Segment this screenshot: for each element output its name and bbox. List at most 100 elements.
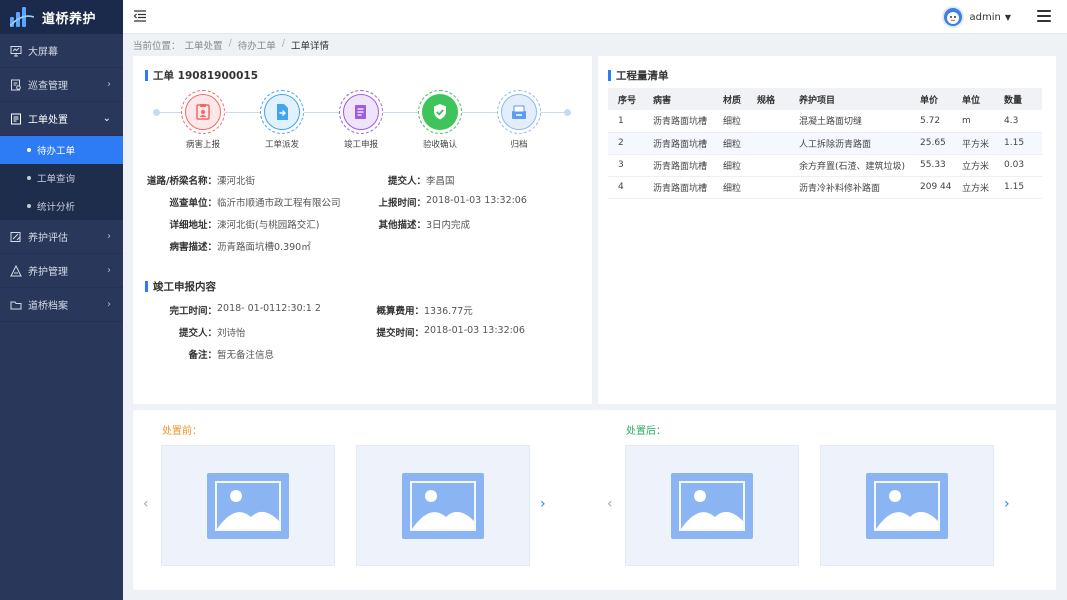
field-value: 沥青路面坑槽0.390㎡ [217, 242, 311, 253]
workorder-icon [10, 113, 22, 125]
field-disease: 病害描述： 沥青路面坑槽0.390㎡ [143, 239, 311, 253]
sidebar-subitem-label: 工单查询 [37, 174, 76, 185]
table-cell: 3 [608, 154, 643, 177]
field-key: 上报时间： [378, 198, 426, 209]
table-cell: 4.3 [994, 110, 1042, 133]
bullet-icon [27, 148, 31, 152]
field-address: 详细地址： 涑河北街(与桃园路交汇) [143, 217, 319, 231]
step-archive: 归档 [489, 90, 549, 150]
before-photo[interactable] [356, 445, 530, 566]
table-cell: 5.72 [910, 110, 952, 133]
sidebar-item-maintenance[interactable]: 养护管理 › [0, 254, 123, 288]
table-cell: 立方米 [952, 154, 994, 177]
sidebar-item-label: 大屏幕 [28, 47, 58, 58]
field-value: 3日内完成 [426, 220, 471, 231]
sidebar-subitem-label: 待办工单 [37, 146, 76, 157]
order-detail-panel: 工单 19081900015 病害上报 工单派发 竣工申报 验收确认 归档 道路… [133, 56, 592, 404]
before-label: 处置前： [162, 426, 202, 437]
sidebar-item-inspection[interactable]: 巡查管理 › [0, 68, 123, 102]
before-photo[interactable] [161, 445, 335, 566]
table-cell: 0.03 [994, 154, 1042, 177]
field-submitter: 提交人： 李昌国 [368, 173, 455, 187]
step-report: 病害上报 [173, 90, 233, 150]
after-photo[interactable] [820, 445, 994, 566]
sidebar-item-label: 巡查管理 [28, 81, 68, 92]
step-label: 工单派发 [264, 140, 299, 150]
chevron-down-icon: ⌄ [102, 113, 111, 124]
field-completion-submitter: 提交人： 刘诗怡 [143, 325, 246, 339]
shield-check-icon [422, 94, 458, 130]
chevron-right-icon: › [107, 79, 111, 90]
table-cell [747, 154, 789, 177]
inspection-icon [10, 79, 22, 91]
chevron-right-icon: › [107, 231, 111, 242]
step-label: 病害上报 [185, 140, 220, 150]
table-cell: 沥青路面坑槽 [643, 176, 713, 199]
sidebar-item-label: 养护管理 [28, 267, 68, 278]
breadcrumb-link[interactable]: 待办工单 [238, 38, 276, 52]
column-header: 病害 [643, 88, 713, 110]
workorder-submenu: 待办工单 工单查询 统计分析 [0, 136, 123, 220]
breadcrumb-link[interactable]: 工单处置 [185, 38, 223, 52]
field-key: 完工时间： [169, 306, 217, 317]
dispatch-icon [264, 94, 300, 130]
field-value: 2018-01-03 13:32:06 [424, 325, 525, 336]
sidebar-item-archive[interactable]: 道桥档案 › [0, 288, 123, 322]
completion-title-text: 竣工申报内容 [153, 281, 216, 293]
after-next-arrow-icon[interactable]: › [1004, 496, 1010, 512]
sidebar: 道桥养护 大屏幕 巡查管理 › 工单处置 ⌄ 待办工单 工单查询 统计分析 养护… [0, 0, 123, 600]
caret-down-icon: ▼ [1004, 12, 1011, 22]
sidebar-item-workorder[interactable]: 工单处置 ⌄ [0, 102, 123, 136]
table-cell: 1 [608, 110, 643, 133]
table-row[interactable]: 1 沥青路面坑槽 细粒 混凝土路面切缝 5.72 m 4.3 [608, 110, 1042, 133]
sidebar-item-label: 养护评估 [28, 233, 68, 244]
after-photo[interactable] [625, 445, 799, 566]
table-cell: 沥青路面坑槽 [643, 132, 713, 155]
table-cell [747, 110, 789, 133]
table-row[interactable]: 3 沥青路面坑槽 细粒 余方弃置(石渣、建筑垃圾) 55.33 立方米 0.03 [608, 154, 1042, 177]
collapse-sidebar-icon[interactable] [133, 9, 147, 23]
bullet-icon [27, 204, 31, 208]
sidebar-subitem-query[interactable]: 工单查询 [0, 164, 123, 192]
app-title: 道桥养护 [42, 11, 97, 27]
table-cell: 1.15 [994, 176, 1042, 199]
field-remark: 备注： 暂无备注信息 [143, 347, 274, 361]
breadcrumb-separator: / [281, 38, 285, 49]
step-dispatch: 工单派发 [252, 90, 312, 150]
table-cell: 余方弃置(石渣、建筑垃圾) [789, 154, 910, 177]
field-report-time: 上报时间： 2018-01-03 13:32:06 [368, 195, 526, 209]
breadcrumb-current: 工单详情 [290, 41, 329, 52]
quantity-table: 序号 病害 材质 规格 养护项目 单价 单位 数量 1 沥青路面坑槽 细粒 混凝… [608, 88, 1042, 199]
completion-title: 竣工申报内容 [145, 279, 216, 294]
breadcrumb-separator: / [228, 38, 232, 49]
sidebar-item-evaluate[interactable]: 养护评估 › [0, 220, 123, 254]
quantity-title: 工程量清单 [608, 68, 669, 83]
sidebar-item-label: 道桥档案 [28, 301, 68, 312]
table-header-row: 序号 病害 材质 规格 养护项目 单价 单位 数量 [608, 88, 1042, 110]
after-prev-arrow-icon[interactable]: ‹ [607, 496, 613, 512]
field-value: 涑河北街(与桃园路交汇) [217, 220, 320, 231]
before-next-arrow-icon[interactable]: › [540, 496, 546, 512]
field-value: 李昌国 [426, 176, 455, 187]
sidebar-subitem-todo[interactable]: 待办工单 [0, 136, 123, 164]
quantity-panel: 工程量清单 序号 病害 材质 规格 养护项目 单价 单位 数量 1 沥青路面坑槽… [598, 56, 1056, 404]
sidebar-subitem-stats[interactable]: 统计分析 [0, 192, 123, 220]
field-key: 详细地址： [169, 220, 217, 231]
sidebar-item-label: 工单处置 [28, 115, 68, 126]
column-header: 养护项目 [789, 88, 910, 110]
menu-icon[interactable] [1037, 10, 1051, 22]
column-header: 数量 [994, 88, 1042, 110]
app-logo[interactable]: 道桥养护 [0, 0, 123, 34]
report-icon [185, 94, 221, 130]
sidebar-item-dashboard[interactable]: 大屏幕 [0, 34, 123, 68]
table-cell: 1.15 [994, 132, 1042, 155]
sidebar-subitem-label: 统计分析 [37, 202, 76, 213]
field-cost: 概算费用： 1336.77元 [358, 303, 472, 317]
table-row[interactable]: 4 沥青路面坑槽 细粒 沥青冷补料修补路面 209 44 立方米 1.15 [608, 176, 1042, 199]
table-row[interactable]: 2 沥青路面坑槽 细粒 人工拆除沥青路面 25.65 平方米 1.15 [608, 132, 1042, 155]
user-menu[interactable]: admin ▼ [941, 6, 1011, 28]
image-placeholder-icon [402, 472, 484, 539]
image-placeholder-icon [671, 472, 753, 539]
before-prev-arrow-icon[interactable]: ‹ [143, 496, 149, 512]
field-value: 刘诗怡 [217, 328, 246, 339]
